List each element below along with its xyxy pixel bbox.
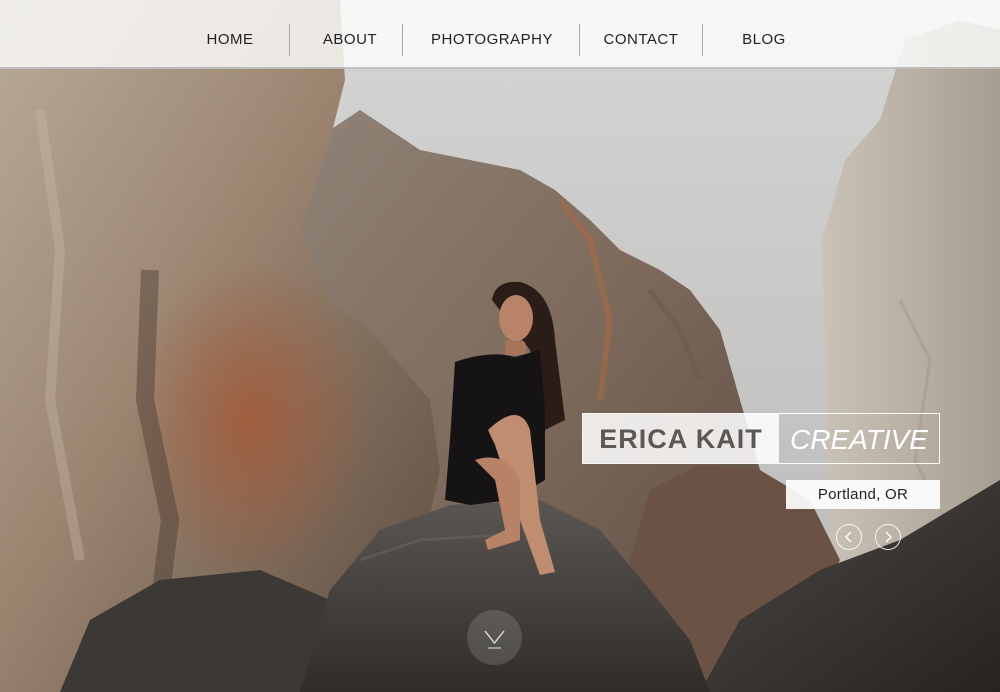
nav-photography[interactable]: PHOTOGRAPHY: [420, 0, 564, 69]
nav-divider: [579, 24, 580, 56]
scroll-down-button[interactable]: [467, 610, 522, 665]
nav-blog[interactable]: BLOG: [725, 0, 803, 69]
hero-location: Portland, OR: [786, 480, 940, 509]
nav-about[interactable]: ABOUT: [305, 0, 395, 69]
hero-title-box: ERICA KAIT CREATIVE: [582, 413, 940, 464]
nav-contact[interactable]: CONTACT: [592, 0, 690, 69]
hero-section: HOME ABOUT PHOTOGRAPHY CONTACT BLOG ERIC…: [0, 0, 1000, 692]
hero-name: ERICA KAIT: [583, 414, 779, 463]
next-slide-button[interactable]: [875, 524, 901, 550]
previous-slide-button[interactable]: [836, 524, 862, 550]
chevron-down-icon: [484, 630, 505, 649]
nav-divider: [402, 24, 403, 56]
chevron-left-icon: [845, 531, 852, 543]
hero-background-photo: [0, 0, 1000, 692]
chevron-right-icon: [885, 531, 892, 543]
nav-home[interactable]: HOME: [186, 0, 274, 69]
nav-divider: [289, 24, 290, 56]
nav-divider: [702, 24, 703, 56]
hero-role: CREATIVE: [790, 424, 928, 455]
top-navigation: HOME ABOUT PHOTOGRAPHY CONTACT BLOG: [0, 0, 1000, 69]
